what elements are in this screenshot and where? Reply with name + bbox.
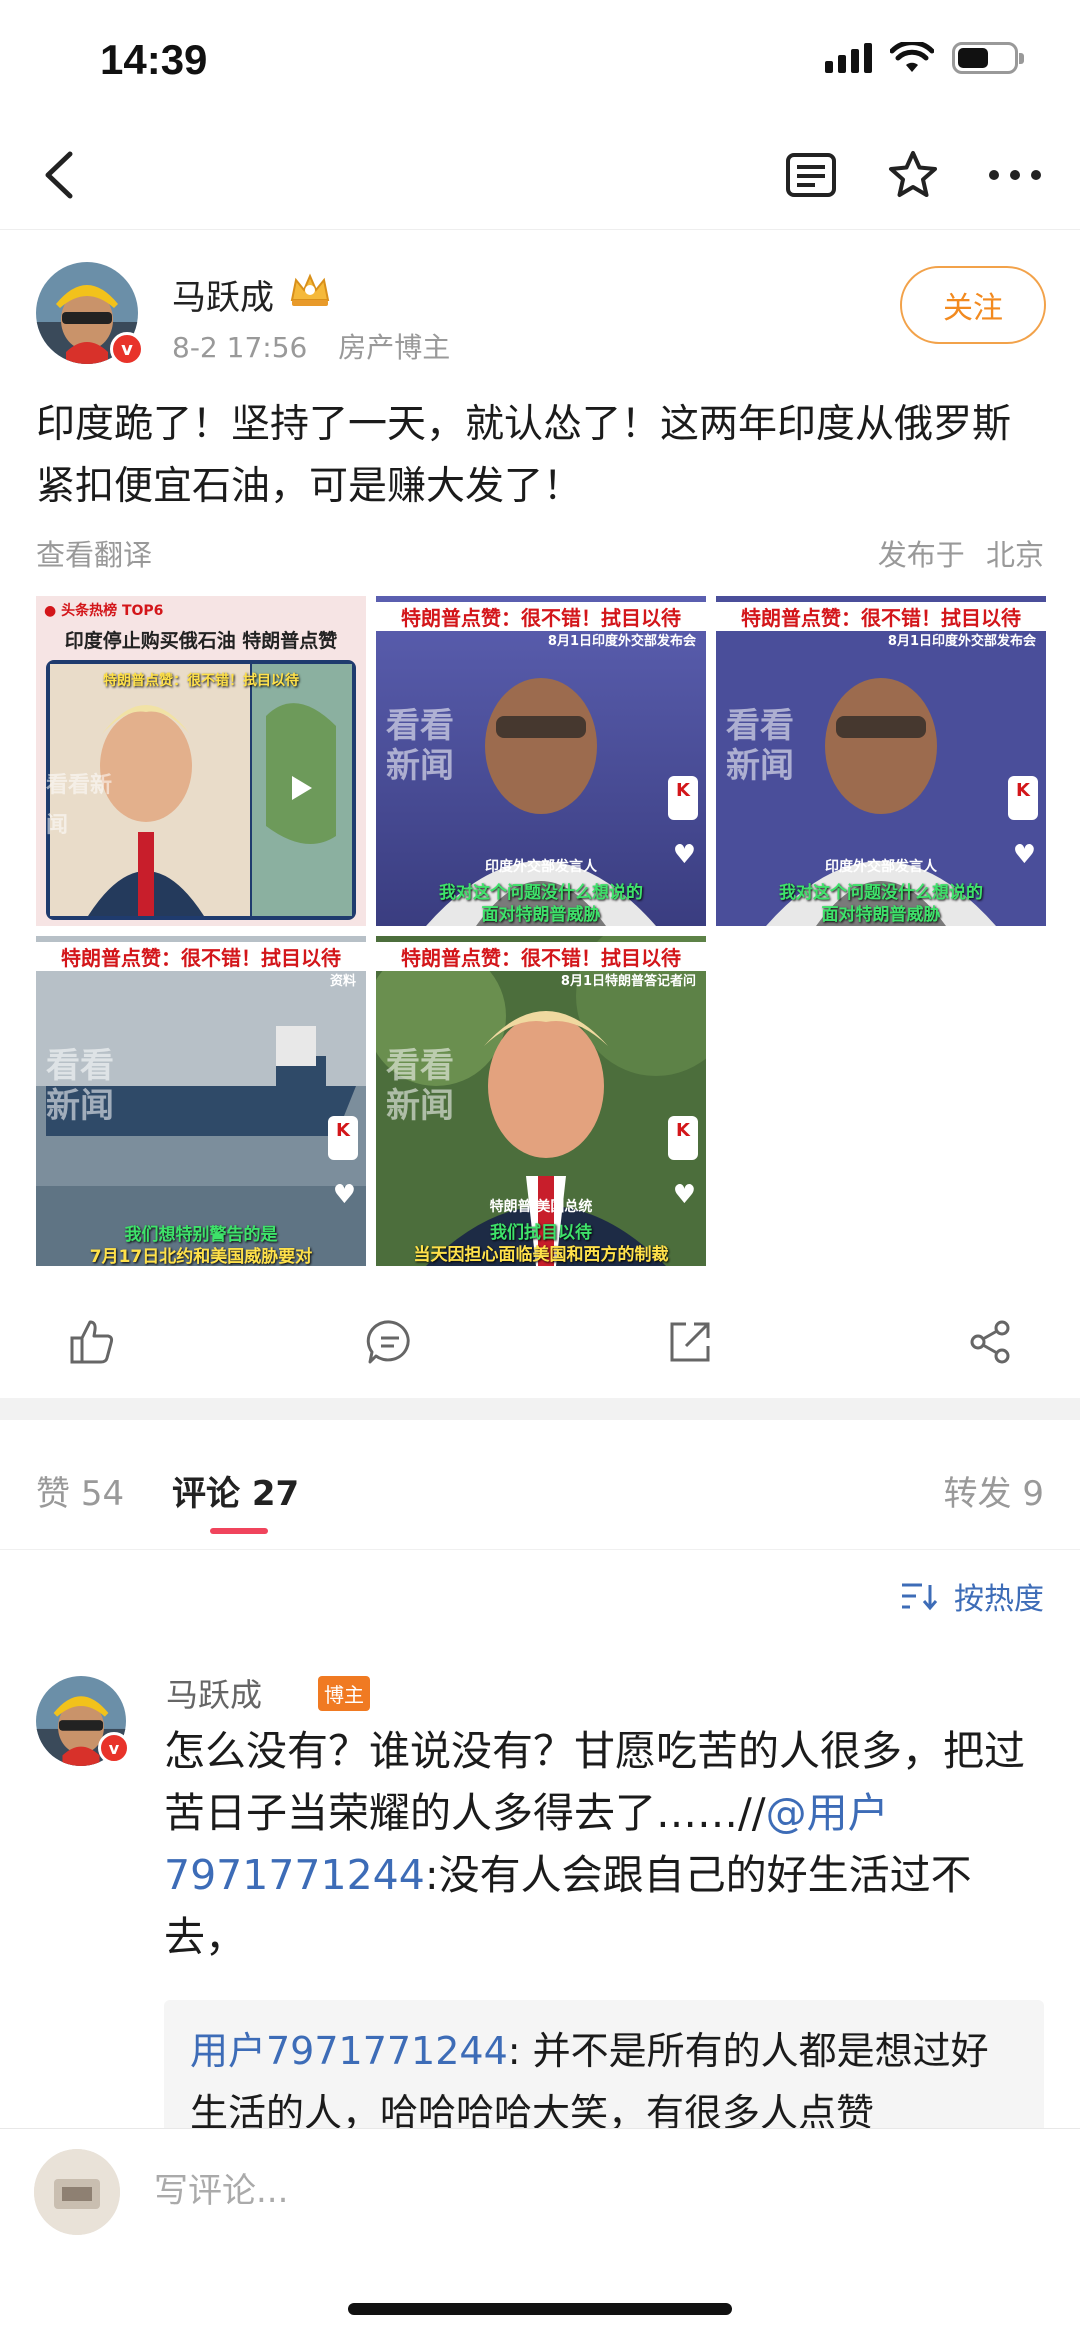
image-3-subtitle-2: 面对特朗普威胁: [821, 905, 941, 925]
article-icon: [786, 153, 836, 197]
image-5-subtitle: 8月1日特朗普答记者问: [560, 974, 696, 989]
interaction-tabs: 赞 54 评论 27 转发 9: [0, 1420, 1080, 1550]
post-image-1[interactable]: ● 头条热榜 TOP6 印度停止购买俄石油 特朗普点赞 特朗普点赞：很不错！拭目…: [36, 596, 366, 926]
image-2-speaker: 印度外交部发言人: [485, 859, 597, 875]
image-5-title: 特朗普点赞：很不错！拭目以待: [376, 942, 706, 971]
post-image-5[interactable]: 特朗普点赞：很不错！拭目以待 8月1日特朗普答记者问 看看新闻 K ♥ 特朗普 …: [376, 936, 706, 1266]
post-body: 印度跪了！坚持了一天，就认怂了！这两年印度从俄罗斯紧扣便宜石油，可是赚大发了！: [36, 402, 1012, 509]
tab-reposts-label: 转发: [943, 1474, 1012, 1514]
image-1-title: 印度停止购买俄石油 特朗普点赞: [64, 630, 338, 652]
tab-comments-label: 评论: [172, 1474, 240, 1514]
post-image-4[interactable]: 特朗普点赞：很不错！拭目以待 资料 看看新闻 K ♥ 我们想特别警告的是 7月1…: [36, 936, 366, 1266]
image-4-title: 特朗普点赞：很不错！拭目以待: [36, 942, 366, 971]
comment-text-main: 怎么没有？谁说没有？甘愿吃苦的人很多，把过苦日子当荣耀的人多得去了……//: [164, 1727, 1025, 1837]
post-action-bar: [0, 1292, 1080, 1392]
post-location: 发布于 北京: [878, 532, 1044, 574]
kankan-badge-icon: K: [668, 776, 698, 820]
post-timestamp: 8-2 17:56: [172, 331, 308, 364]
nav-bar: [0, 120, 1080, 230]
comment-icon: [366, 1320, 410, 1364]
image-2-subtitle: 8月1日印度外交部发布会: [547, 634, 696, 649]
image-3-watermark: 看看新闻: [726, 706, 794, 786]
section-divider: [0, 1398, 1080, 1420]
quoted-user-link[interactable]: 用户7971771244: [190, 2029, 508, 2073]
back-button[interactable]: [30, 144, 92, 206]
comment-button[interactable]: [360, 1312, 420, 1372]
tab-reposts[interactable]: 转发 9: [944, 1466, 1044, 1515]
more-button[interactable]: [980, 140, 1050, 210]
wifi-icon: [890, 42, 934, 72]
crown-badge-icon: [290, 273, 330, 306]
image-4-subtitle-2: 7月17日北约和美国威胁要对: [89, 1247, 313, 1266]
author-role: 房产博主: [338, 331, 451, 364]
post-image-grid: ● 头条热榜 TOP6 印度停止购买俄石油 特朗普点赞 特朗普点赞：很不错！拭目…: [36, 596, 1046, 1266]
image-2-watermark: 看看新闻: [386, 706, 454, 786]
image-2-title: 特朗普点赞：很不错！拭目以待: [376, 602, 706, 631]
nav-actions: [776, 140, 1050, 210]
status-bar: 14:39: [0, 0, 1080, 120]
image-5-subtitle-2: 当天因担心面临美国和西方的制裁: [413, 1245, 669, 1265]
tab-comments[interactable]: 评论 27: [172, 1466, 299, 1515]
verified-badge-icon: v: [98, 1732, 130, 1764]
kankan-badge-icon: K: [668, 1116, 698, 1160]
tab-likes-count: 54: [80, 1474, 125, 1514]
battery-icon: [952, 42, 1024, 74]
sort-selector[interactable]: 按热度: [900, 1574, 1044, 1618]
translate-link[interactable]: 查看翻译: [36, 532, 152, 574]
image-4-subtitle: 资料: [329, 974, 356, 989]
sort-label: 按热度: [954, 1582, 1044, 1617]
current-user-avatar-image: [34, 2149, 120, 2235]
kankan-badge-icon: K: [328, 1116, 358, 1160]
tab-reposts-count: 9: [1022, 1474, 1044, 1514]
comment-input-bar: 写评论...: [0, 2128, 1080, 2337]
star-icon: [889, 151, 937, 197]
image-5-speaker: 特朗普 美国总统: [489, 1199, 593, 1215]
like-button[interactable]: [62, 1312, 122, 1372]
chevron-left-icon: [45, 151, 73, 199]
tab-likes-label: 赞: [36, 1474, 70, 1514]
home-indicator: [348, 2303, 732, 2315]
post-image-3[interactable]: 特朗普点赞：很不错！拭目以待 8月1日印度外交部发布会 看看新闻 K ♥ 印度外…: [716, 596, 1046, 926]
author-meta: 8-2 17:56 房产博主: [172, 326, 450, 366]
image-1-caption: 特朗普点赞：很不错！拭目以待: [103, 673, 299, 689]
comment-input[interactable]: 写评论...: [154, 2163, 288, 2212]
image-3-title: 特朗普点赞：很不错！拭目以待: [716, 602, 1046, 631]
sort-icon: [902, 1583, 938, 1611]
tab-likes[interactable]: 赞 54: [36, 1466, 124, 1515]
location-name: 北京: [985, 538, 1044, 572]
author-name[interactable]: 马跃成: [172, 270, 274, 319]
active-tab-indicator: [210, 1528, 268, 1534]
more-dots-icon: [989, 170, 1041, 180]
post-author-row: v 马跃成 8-2 17:56 房产博主 关注: [36, 262, 1046, 372]
like-heart-icon: ♥: [332, 1180, 356, 1210]
share-button[interactable]: [960, 1312, 1020, 1372]
share-icon: [970, 1320, 1010, 1364]
verified-badge-icon: v: [110, 332, 144, 366]
location-prefix: 发布于: [877, 538, 965, 572]
cellular-signal-icon: [825, 43, 872, 73]
image-4-watermark: 看看新闻: [46, 1046, 114, 1126]
tab-comments-count: 27: [251, 1474, 300, 1514]
status-icons: [825, 42, 1024, 74]
thumbs-up-icon: [70, 1320, 114, 1364]
reader-mode-button[interactable]: [776, 140, 846, 210]
current-user-avatar[interactable]: [34, 2149, 120, 2235]
image-1-watermark: 看看新闻: [46, 773, 113, 838]
post-image-2[interactable]: 特朗普点赞：很不错！拭目以待 8月1日印度外交部发布会 看看新闻 K ♥ 印度外…: [376, 596, 706, 926]
status-time: 14:39: [100, 36, 208, 83]
image-3-speaker: 印度外交部发言人: [825, 859, 937, 875]
commenter-name[interactable]: 马跃成: [166, 1670, 262, 1716]
repost-button[interactable]: [660, 1312, 720, 1372]
image-1-header: ● 头条热榜 TOP6: [44, 603, 164, 619]
kankan-badge-icon: K: [1008, 776, 1038, 820]
comment-text: 怎么没有？谁说没有？甘愿吃苦的人很多，把过苦日子当荣耀的人多得去了……//@用户…: [164, 1720, 1044, 1968]
follow-button[interactable]: 关注: [900, 266, 1046, 344]
image-3-subtitle: 8月1日印度外交部发布会: [887, 634, 1036, 649]
blogger-tag-badge: 博主: [318, 1676, 370, 1711]
favorite-button[interactable]: [878, 140, 948, 210]
repost-icon: [670, 1322, 710, 1362]
image-2-subtitle-2: 面对特朗普威胁: [481, 905, 601, 925]
image-5-watermark: 看看新闻: [386, 1046, 454, 1126]
